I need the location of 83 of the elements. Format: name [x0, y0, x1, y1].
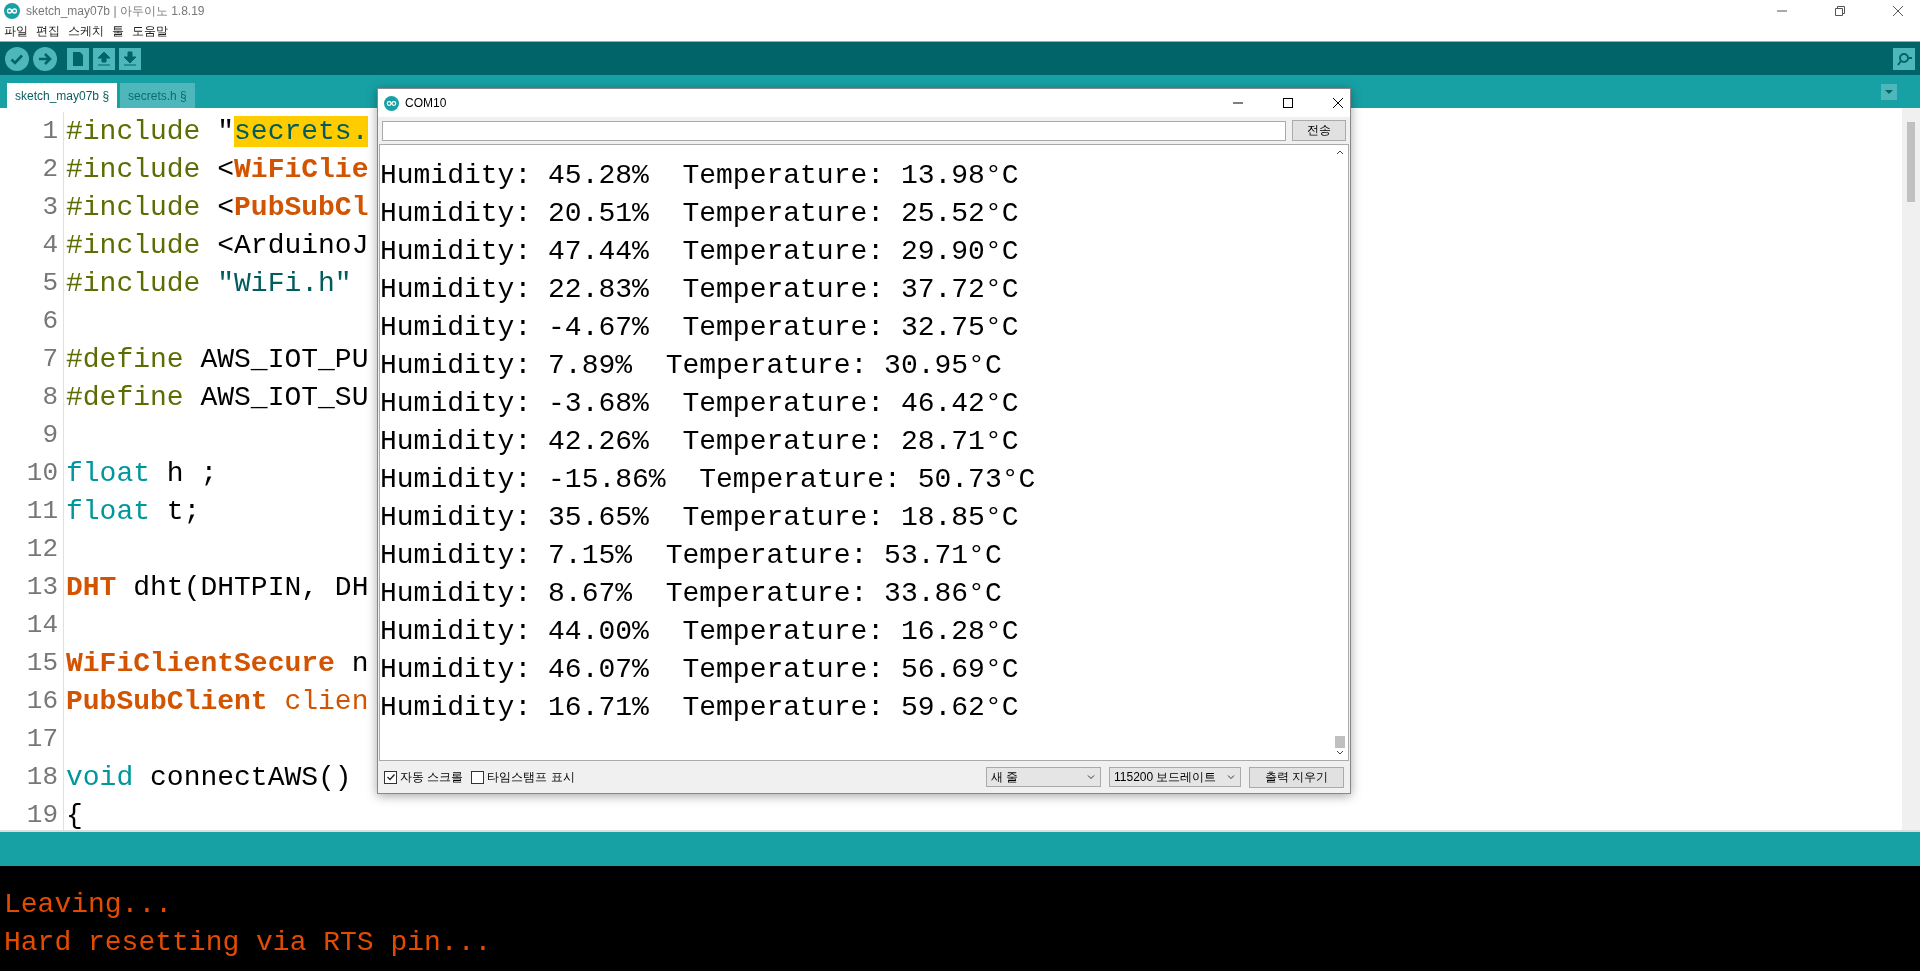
serial-output-line: Humidity: 46.07% Temperature: 56.69°C — [380, 653, 1020, 687]
code-line: #include "secrets. — [65, 115, 369, 147]
scrollbar[interactable] — [1902, 108, 1920, 830]
line-number: 3 — [0, 188, 64, 226]
code-line: float t; — [65, 495, 201, 527]
line-number: 11 — [0, 492, 64, 530]
serial-output-line: Humidity: -3.68% Temperature: 46.42°C — [380, 387, 1020, 421]
checkbox-label[interactable]: 타임스탬프 표시 — [487, 768, 575, 786]
message-input-field[interactable] — [382, 120, 1286, 141]
serial-output-line: Humidity: 8.67% Temperature: 33.86°C — [380, 577, 1003, 611]
tab-menu-icon[interactable] — [1881, 83, 1897, 100]
code-line: #include <ArduinoJ — [65, 229, 369, 261]
app-logo-icon — [384, 95, 399, 111]
close-icon[interactable] — [1332, 97, 1344, 109]
code-line: #include <WiFiClie — [65, 153, 369, 185]
scrollbar-thumb[interactable] — [1335, 736, 1345, 748]
close-icon[interactable] — [1892, 5, 1904, 17]
code-line: WiFiClientSecure n — [65, 647, 369, 679]
serial-monitor-icon[interactable] — [1893, 47, 1915, 70]
code-line: DHT dht(DHTPIN, DH — [65, 571, 369, 603]
serial-output-line: Humidity: 47.44% Temperature: 29.90°C — [380, 235, 1020, 269]
restore-icon[interactable] — [1834, 5, 1846, 17]
serial-output-line: Humidity: 22.83% Temperature: 37.72°C — [380, 273, 1020, 307]
line-number: 14 — [0, 606, 64, 644]
menu-item[interactable]: 툴 — [112, 23, 124, 40]
chevron-down-icon — [1226, 772, 1236, 782]
console-line: Hard resetting via RTS pin... — [3, 926, 493, 960]
serial-output-line: Humidity: -15.86% Temperature: 50.73°C — [380, 463, 1037, 497]
line-ending-dropdown[interactable]: 새 줄 — [986, 767, 1101, 787]
code-line: void connectAWS() — [65, 761, 352, 793]
line-number: 1 — [0, 112, 64, 150]
line-number: 16 — [0, 682, 64, 720]
checkbox[interactable] — [471, 770, 485, 784]
serial-output-line: Humidity: 35.65% Temperature: 18.85°C — [380, 501, 1020, 535]
serial-output-line: Humidity: -4.67% Temperature: 32.75°C — [380, 311, 1020, 345]
checkbox[interactable] — [384, 770, 397, 784]
serial-output-line: Humidity: 45.28% Temperature: 13.98°C — [380, 159, 1020, 193]
code-line: #define AWS_IOT_SU — [65, 381, 369, 413]
code-line: { — [65, 799, 83, 831]
serial-output-line: Humidity: 44.00% Temperature: 16.28°C — [380, 615, 1020, 649]
menu-item[interactable]: 편집 — [36, 23, 60, 40]
line-number: 10 — [0, 454, 64, 492]
chevron-down-icon — [1086, 772, 1096, 782]
line-number: 17 — [0, 720, 64, 758]
upload-icon[interactable] — [33, 46, 57, 71]
app-logo-icon — [4, 3, 20, 19]
maximize-icon[interactable] — [1282, 97, 1294, 109]
checkbox-label[interactable]: 자동 스크롤 — [400, 768, 464, 786]
line-number: 18 — [0, 758, 64, 796]
line-number: 8 — [0, 378, 64, 416]
line-number: 4 — [0, 226, 64, 264]
verify-icon[interactable] — [5, 46, 29, 71]
send-button[interactable]: 전송 — [1292, 120, 1346, 141]
baud-rate-dropdown[interactable]: 115200 보드레이트 — [1109, 767, 1241, 787]
line-number: 12 — [0, 530, 64, 568]
console-line: Leaving... — [3, 888, 174, 922]
line-number: 9 — [0, 416, 64, 454]
file-tab[interactable]: sketch_may07b § — [7, 83, 118, 108]
window-title: COM10 — [405, 96, 447, 110]
serial-output-line: Humidity: 42.26% Temperature: 28.71°C — [380, 425, 1020, 459]
serial-output-line: Humidity: 7.15% Temperature: 53.71°C — [380, 539, 1003, 573]
clear-output-button[interactable]: 출력 지우기 — [1249, 766, 1344, 788]
line-number: 5 — [0, 264, 64, 302]
line-number: 7 — [0, 340, 64, 378]
code-line: #include "WiFi.h" — [65, 267, 352, 299]
line-number: 6 — [0, 302, 64, 340]
new-file-icon[interactable] — [67, 47, 89, 70]
menu-item[interactable]: 도움말 — [132, 23, 168, 40]
serial-output-line: Humidity: 16.71% Temperature: 59.62°C — [380, 691, 1020, 725]
code-line: PubSubClient clien — [65, 685, 369, 717]
save-arrow-down-icon[interactable] — [119, 47, 141, 70]
window-title: sketch_may07b | 아두이노 1.8.19 — [26, 2, 205, 20]
serial-output-line: Humidity: 20.51% Temperature: 25.52°C — [380, 197, 1020, 231]
code-line: #define AWS_IOT_PU — [65, 343, 369, 375]
open-arrow-up-icon[interactable] — [93, 47, 115, 70]
code-line: float h ; — [65, 457, 218, 489]
code-line: #include <PubSubCl — [65, 191, 369, 223]
line-number: 2 — [0, 150, 64, 188]
menu-item[interactable]: 파일 — [4, 23, 28, 40]
serial-output-line: Humidity: 7.89% Temperature: 30.95°C — [380, 349, 1003, 383]
line-number: 15 — [0, 644, 64, 682]
line-number: 13 — [0, 568, 64, 606]
menu-item[interactable]: 스케치 — [68, 23, 104, 40]
